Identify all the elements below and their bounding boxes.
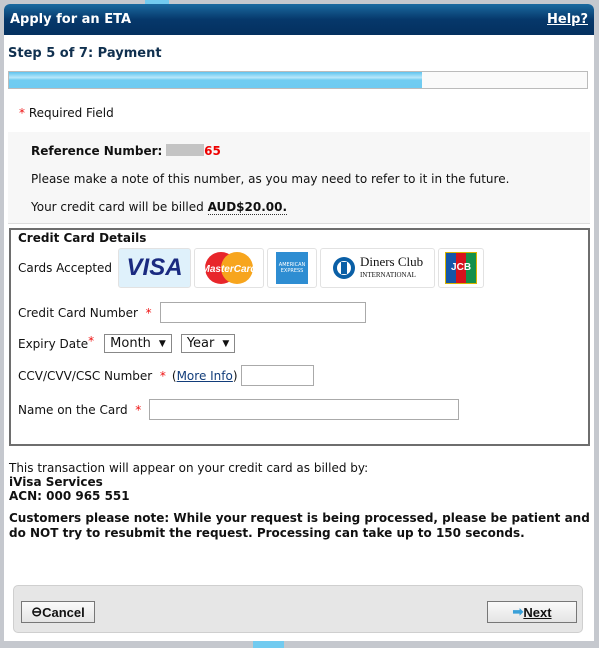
reference-label: Reference Number: bbox=[31, 144, 163, 158]
required-star: * bbox=[135, 402, 142, 417]
name-on-card-input[interactable] bbox=[149, 399, 460, 420]
jcb-logo: JCB bbox=[438, 248, 485, 288]
footer-bar: ⊖ Cancel ➡ Next bbox=[13, 585, 583, 633]
credit-card-details: Credit Card Details Cards Accepted VISA … bbox=[9, 228, 590, 446]
expiry-label: Expiry Date bbox=[18, 336, 89, 351]
required-star: * bbox=[19, 106, 25, 120]
bottom-tab-indicator bbox=[253, 641, 284, 648]
jcb-logo-text: JCB bbox=[451, 262, 472, 273]
billed-prefix: Your credit card will be billed bbox=[31, 200, 204, 214]
reference-note: Please make a note of this number, as yo… bbox=[31, 172, 510, 186]
billing-note: This transaction will appear on your cre… bbox=[9, 461, 594, 503]
billing-line: This transaction will appear on your cre… bbox=[9, 461, 369, 475]
reference-number: 65 bbox=[204, 144, 221, 158]
diners-club-logo: Diners Club INTERNATIONAL bbox=[320, 248, 436, 288]
masked-reference bbox=[166, 144, 205, 156]
billing-company: iVisa Services bbox=[9, 475, 103, 489]
cancel-button[interactable]: ⊖ Cancel bbox=[21, 601, 95, 623]
expiry-month-select[interactable]: Month ▼ bbox=[104, 334, 172, 353]
cancel-label: Cancel bbox=[42, 604, 85, 620]
svg-text:MasterCard: MasterCard bbox=[202, 264, 258, 275]
required-label: Required Field bbox=[28, 106, 114, 120]
required-note: * Required Field bbox=[19, 106, 594, 120]
help-link[interactable]: Help? bbox=[547, 12, 588, 27]
billed-line: Your credit card will be billed AUD$20.0… bbox=[31, 200, 590, 215]
billing-acn: ACN: 000 965 551 bbox=[9, 489, 130, 503]
next-button[interactable]: ➡ Next bbox=[487, 601, 577, 623]
required-star: * bbox=[159, 368, 166, 383]
progress-fill bbox=[9, 72, 422, 88]
card-number-input[interactable] bbox=[159, 302, 366, 323]
visa-logo: VISA bbox=[118, 248, 192, 288]
cards-accepted: Cards Accepted VISA MasterCard AMERICAN E… bbox=[18, 248, 588, 288]
card-number-label: Credit Card Number bbox=[18, 305, 138, 320]
ccv-label: CCV/CVV/CSC Number bbox=[18, 368, 153, 383]
reference-box: Reference Number: 65 Please make a note … bbox=[8, 132, 590, 224]
billed-amount: AUD$20.00. bbox=[207, 200, 288, 215]
card-number-row: Credit Card Number * bbox=[18, 302, 366, 323]
name-label: Name on the Card bbox=[18, 402, 128, 417]
ccv-row: CCV/CVV/CSC Number * (More Info) bbox=[18, 365, 314, 386]
arrow-right-icon: ➡ bbox=[512, 604, 524, 619]
step-label: Step 5 of 7: Payment bbox=[8, 46, 162, 61]
ccv-input[interactable] bbox=[240, 365, 314, 386]
required-star: * bbox=[88, 334, 95, 348]
expiry-year-select[interactable]: Year ▼ bbox=[180, 334, 236, 353]
expiry-row: Expiry Date * Month ▼ Year ▼ bbox=[18, 334, 236, 353]
name-row: Name on the Card * bbox=[18, 399, 460, 420]
page-title: Apply for an ETA bbox=[10, 12, 132, 27]
processing-warning: Customers please note: While your reques… bbox=[9, 511, 590, 540]
amex-logo: AMERICAN EXPRESS bbox=[267, 248, 318, 288]
next-label: Next bbox=[523, 604, 552, 620]
eta-payment-panel: Apply for an ETA Help? Step 5 of 7: Paym… bbox=[4, 4, 594, 641]
cards-label: Cards Accepted bbox=[18, 261, 113, 275]
cc-title: Credit Card Details bbox=[18, 231, 147, 245]
more-info-link[interactable]: More Info bbox=[177, 369, 233, 383]
required-star: * bbox=[145, 305, 152, 320]
cancel-icon: ⊖ bbox=[31, 604, 43, 619]
mastercard-logo: MasterCard bbox=[194, 248, 265, 288]
header: Apply for an ETA Help? bbox=[4, 4, 594, 35]
progress-bar bbox=[8, 71, 588, 89]
